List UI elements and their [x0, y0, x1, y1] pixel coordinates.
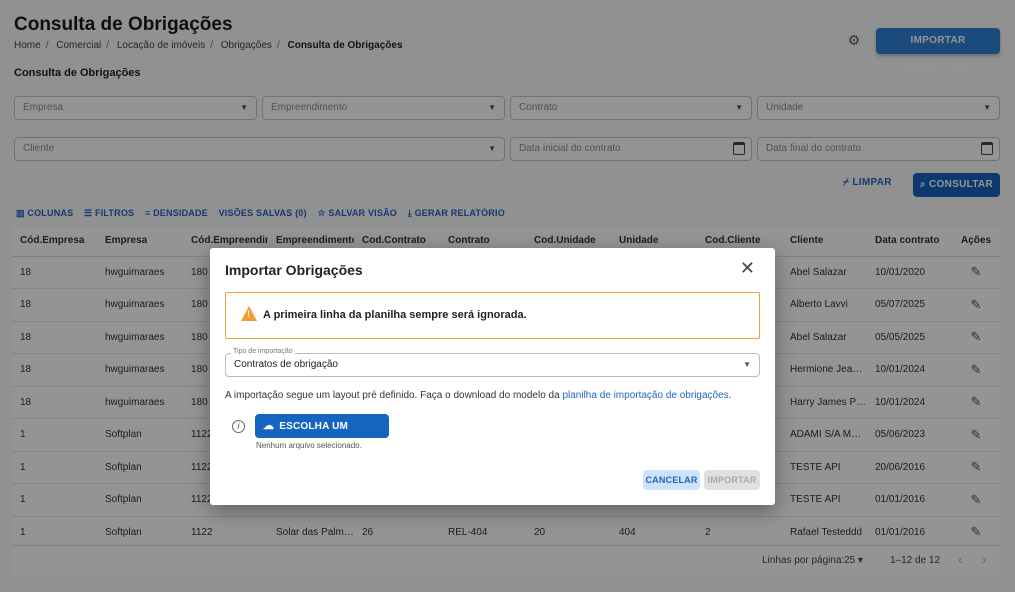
import-dialog: Importar Obrigações ✕ ! A primeira linha…: [210, 248, 775, 505]
import-info: A importação segue um layout pré definid…: [225, 390, 731, 401]
chevron-down-icon: ▼: [743, 360, 751, 369]
cancel-button[interactable]: CANCELAR: [643, 470, 700, 490]
import-button: IMPORTAR: [704, 470, 760, 490]
dialog-title: Importar Obrigações: [225, 262, 363, 278]
import-type-value: Contratos de obrigação: [234, 359, 338, 370]
import-type-label: Tipo de importação: [231, 348, 295, 355]
import-info-text: A importação segue um layout pré definid…: [225, 390, 563, 401]
warning-message: A primeira linha da planilha sempre será…: [263, 309, 527, 321]
warning-icon: !: [241, 306, 257, 321]
no-file-text: Nenhum arquivo selecionado.: [256, 441, 362, 450]
cloud-upload-icon: ☁: [263, 420, 275, 432]
choose-file-button[interactable]: ☁ ESCOLHA UM ARQUIVO: [255, 414, 389, 456]
import-info-suffix: .: [728, 390, 732, 401]
info-icon[interactable]: i: [232, 420, 245, 433]
choose-file-label: ESCOLHA UM ARQUIVO: [263, 421, 349, 456]
template-download-link[interactable]: planilha de importação de obrigações: [562, 390, 728, 401]
warning-alert: ! A primeira linha da planilha sempre se…: [225, 292, 760, 339]
import-type-select[interactable]: Contratos de obrigação ▼: [225, 353, 760, 377]
close-icon[interactable]: ✕: [740, 258, 755, 278]
